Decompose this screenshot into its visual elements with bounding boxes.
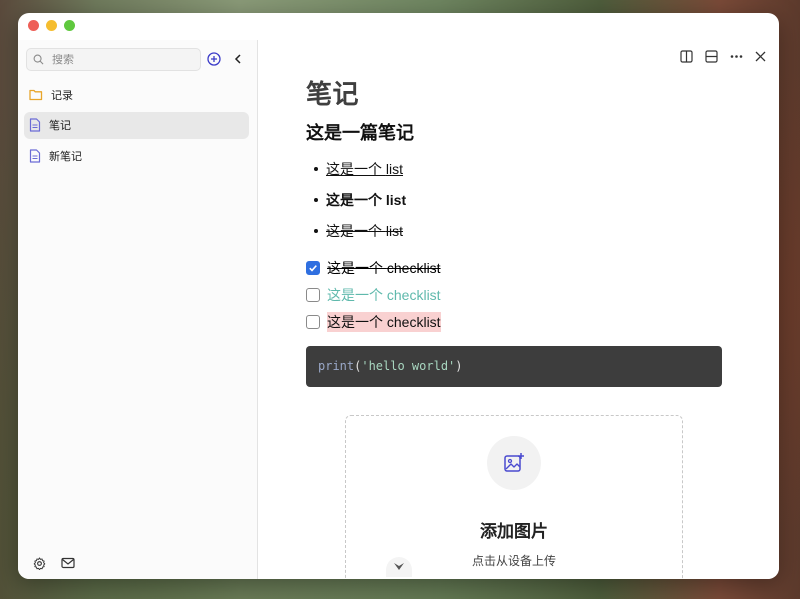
sidebar-item-label: 新笔记 — [49, 150, 82, 163]
list-item[interactable]: 这是一个 list — [306, 188, 726, 219]
editor-toolbar — [680, 50, 766, 63]
folder-icon — [29, 89, 43, 101]
bullet-list: 这是一个 list 这是一个 list 这是一个 list — [306, 157, 726, 250]
add-note-icon[interactable] — [207, 52, 221, 66]
checklist-item: 这是一个 checklist — [306, 281, 726, 308]
checklist-item: 这是一个 checklist — [306, 254, 726, 281]
document-icon — [29, 148, 41, 163]
editor-pane: 笔记 这是一篇笔记 这是一个 list 这是一个 list 这是一个 list … — [259, 40, 779, 579]
checklist-label[interactable]: 这是一个 checklist — [327, 258, 441, 278]
search-box[interactable] — [26, 48, 201, 71]
window-controls — [28, 20, 75, 31]
more-icon[interactable] — [730, 50, 743, 63]
minimize-window-button[interactable] — [46, 20, 57, 31]
code-block[interactable]: print('hello world') — [306, 346, 722, 387]
checklist-item: 这是一个 checklist — [306, 308, 726, 335]
document-content[interactable]: 笔记 这是一篇笔记 这是一个 list 这是一个 list 这是一个 list … — [306, 78, 726, 579]
drag-handle[interactable] — [386, 557, 412, 577]
sidebar: 记录 笔记 新笔记 — [18, 40, 258, 579]
list-item[interactable]: 这是一个 list — [306, 157, 726, 188]
checkmark-icon — [309, 264, 317, 272]
sidebar-item-new-note[interactable]: 新笔记 — [24, 142, 249, 169]
list-item[interactable]: 这是一个 list — [306, 219, 726, 250]
sidebar-footer — [33, 557, 75, 570]
document-icon — [29, 118, 41, 132]
close-window-button[interactable] — [28, 20, 39, 31]
sidebar-item-notes[interactable]: 笔记 — [24, 111, 249, 139]
checklist-label[interactable]: 这是一个 checklist — [327, 311, 441, 332]
document-title[interactable]: 笔记 — [306, 78, 726, 120]
sidebar-item-label: 笔记 — [49, 120, 71, 132]
checkbox[interactable] — [306, 314, 320, 329]
close-icon[interactable] — [755, 51, 766, 62]
collapse-sidebar-icon[interactable] — [232, 53, 244, 65]
zoom-window-button[interactable] — [64, 20, 75, 31]
search-input[interactable] — [52, 53, 182, 66]
upload-title: 添加图片 — [480, 522, 548, 542]
sidebar-item-label: 记录 — [51, 89, 73, 102]
checkbox[interactable] — [306, 287, 320, 302]
chevron-down-icon — [394, 563, 404, 570]
checkbox-checked[interactable] — [306, 260, 320, 275]
add-image-icon — [487, 436, 541, 490]
search-icon — [33, 54, 44, 65]
mail-icon[interactable] — [61, 557, 75, 569]
heading[interactable]: 这是一篇笔记 — [306, 120, 726, 154]
checklist: 这是一个 checklist 这是一个 checklist 这是一个 check… — [306, 254, 726, 335]
app-window: 记录 笔记 新笔记 笔记 这是一篇笔记 — [18, 13, 779, 579]
sidebar-item-records[interactable]: 记录 — [24, 81, 249, 108]
split-horizontal-icon[interactable] — [705, 50, 718, 63]
gear-icon[interactable] — [33, 557, 46, 570]
checklist-label[interactable]: 这是一个 checklist — [327, 285, 441, 305]
image-upload-area[interactable]: 添加图片 点击从设备上传 — [345, 415, 683, 579]
split-vertical-icon[interactable] — [680, 50, 693, 63]
note-tree: 记录 笔记 新笔记 — [24, 81, 249, 173]
